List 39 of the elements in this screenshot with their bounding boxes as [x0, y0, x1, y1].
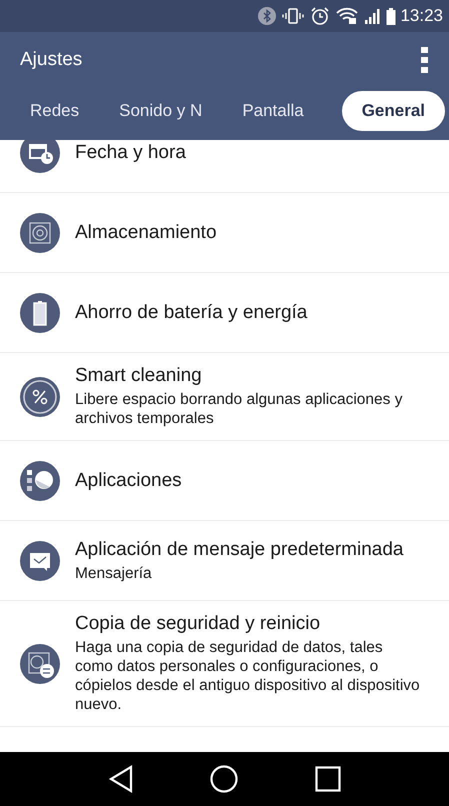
- tab[interactable]: Pantalla: [222, 91, 324, 131]
- item-title: Smart cleaning: [75, 365, 203, 387]
- settings-item[interactable]: Smart cleaning Libere espacio borrando algunas aplicaciones y archivos temporales: [0, 353, 449, 441]
- battery-icon: [386, 7, 396, 25]
- more-options-icon[interactable]: [421, 47, 429, 73]
- tab[interactable]: Sonido y N: [99, 91, 222, 131]
- item-title: Aplicaciones: [75, 470, 182, 492]
- apps-icon: [20, 460, 60, 500]
- item-description: Mensajería: [75, 564, 153, 582]
- alarm-icon: [310, 6, 330, 26]
- signal-icon: [364, 7, 380, 25]
- vibrate-icon: [282, 7, 304, 25]
- backup-icon: [20, 644, 60, 684]
- percent-icon: [20, 376, 60, 416]
- tab[interactable]: Redes: [10, 91, 100, 131]
- tab[interactable]: General: [342, 91, 445, 131]
- settings-item[interactable]: Copia de seguridad y reinicio Haga una copia de seguridad de datos, tales como datos personales o configuraciones, o cópielos desde el antiguo dispositivo al dispositivo nuevo.: [0, 601, 449, 727]
- item-description: Libere espacio borrando algunas aplicaciones y archivos temporales: [75, 390, 404, 428]
- settings-item[interactable]: Aplicaciones: [0, 441, 449, 521]
- message-icon: [20, 540, 60, 580]
- settings-item[interactable]: Almacenamiento: [0, 193, 449, 273]
- back-icon[interactable]: [108, 765, 134, 793]
- recents-icon[interactable]: [314, 766, 341, 792]
- bluetooth-icon: [258, 7, 276, 25]
- settings-item[interactable]: Fecha y hora: [0, 140, 449, 193]
- storage-icon: [20, 212, 60, 252]
- item-title: Copia de seguridad y reinicio: [75, 613, 322, 635]
- settings-item[interactable]: Aplicación de mensaje predeterminada Mensajería: [0, 521, 449, 601]
- item-description: Haga una copia de seguridad de datos, tales como datos personales o configuraciones, o cópielos desde el antiguo dispositivo al dispositivo nuevo.: [75, 638, 421, 714]
- item-title: Aplicación de mensaje predeterminada: [75, 538, 404, 560]
- settings-item[interactable]: Ahorro de batería y energía: [0, 273, 449, 353]
- battery-icon: [20, 292, 60, 332]
- item-title: Ahorro de batería y energía: [75, 302, 308, 324]
- item-title: Almacenamiento: [75, 222, 217, 244]
- item-title: Fecha y hora: [75, 142, 186, 164]
- screen-title: Ajustes: [20, 49, 82, 71]
- clock-time: 13:23: [400, 6, 443, 26]
- home-icon[interactable]: [210, 765, 238, 793]
- wifi-icon: [336, 7, 358, 25]
